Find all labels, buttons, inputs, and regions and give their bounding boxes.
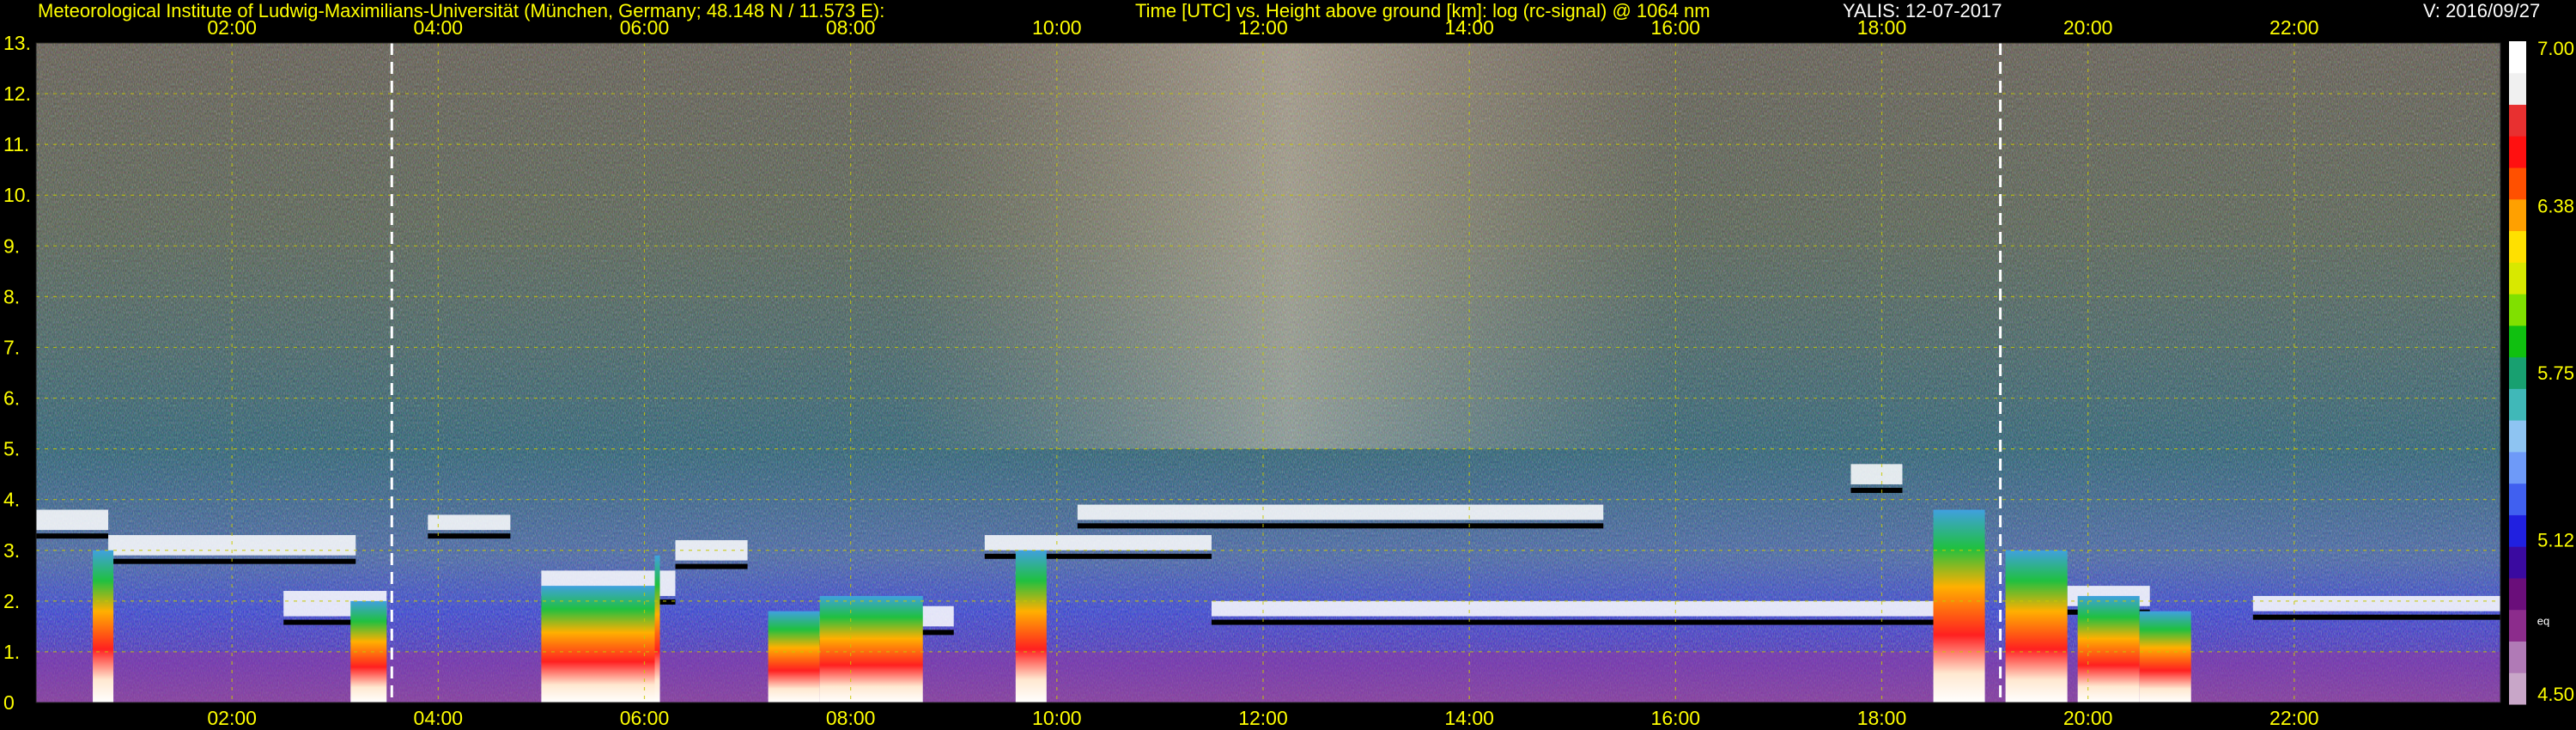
precip-column [93,550,114,703]
cloud-layer [1211,600,1944,617]
x-tick-label-bottom: 22:00 [2269,707,2319,729]
colorbar-segment [2509,451,2526,484]
y-tick-label: 10. [3,184,31,206]
colorbar-segment [2509,136,2526,168]
cloud-layer [2252,595,2500,611]
x-tick-label-top: 12:00 [1238,16,1288,39]
cloud-layer [984,535,1212,551]
cloud-shadow [428,533,511,539]
colorbar-segment [2509,167,2526,200]
x-tick-label-bottom: 18:00 [1857,707,1907,729]
backscatter-heatmap: 02:00 02:00 04:00 04:00 06:00 06:00 08:00 08:00… [3,16,2574,729]
colorbar-segment [2509,72,2526,106]
y-tick-label: 7. [3,336,20,358]
y-tick-label: 13. [3,32,31,54]
cloud-shadow [1077,523,1604,529]
precip-column [1933,509,1985,703]
cloud-shadow [675,563,748,569]
y-tick-label: 12. [3,82,31,105]
x-tick-label-top: 20:00 [2063,16,2113,39]
colorbar-segment [2509,294,2526,326]
colorbar-segment [2509,546,2526,579]
colorbar-segment [2509,198,2526,232]
precip-column [768,611,820,703]
y-tick-label: 11. [3,133,29,155]
cloud-layer [36,509,109,531]
cloud-layer [428,514,511,531]
colorbar-segment [2509,420,2526,453]
x-tick-label-top: 22:00 [2269,16,2319,39]
plot-area [36,43,2500,703]
colorbar-tick-label: 5.12 [2537,530,2574,551]
cloud-shadow [2252,614,2500,620]
lidar-quicklook: Meteorological Institute of Ludwig-Maxim… [0,0,2576,730]
x-tick-label-bottom: 08:00 [826,707,876,729]
precip-column [541,586,655,703]
x-tick-label-top: 08:00 [826,16,876,39]
colorbar-segment [2509,483,2526,515]
precip-column [2139,611,2191,703]
colorbar-segment [2509,262,2526,295]
y-tick-label: 4. [3,489,20,511]
x-tick-label-bottom: 14:00 [1444,707,1494,729]
x-tick-label-bottom: 06:00 [620,707,670,729]
precip-column [2005,550,2068,703]
colorbar-eq-label: eq [2537,614,2549,627]
x-tick-label-bottom: 12:00 [1238,707,1288,729]
x-tick-label-bottom: 10:00 [1032,707,1082,729]
colorbar-segment [2509,41,2526,74]
precip-column [2077,595,2140,703]
colorbar-segment [2509,325,2526,358]
colorbar: 7.00 6.38 5.75 5.12 4.50 eq [2509,38,2574,705]
x-tick-label-bottom: 04:00 [414,707,464,729]
precip-column [654,555,660,703]
y-tick-label: 8. [3,285,20,307]
y-tick-label: 1. [3,641,20,663]
y-tick-label: 3. [3,539,20,562]
colorbar-segment [2509,356,2526,389]
colorbar-segment [2509,672,2526,705]
colorbar-tick-label: 6.38 [2537,195,2574,216]
precip-column [1015,550,1047,703]
cloud-layer [1077,504,1604,520]
colorbar-segment [2509,609,2526,642]
x-tick-label-top: 10:00 [1032,16,1082,39]
y-tick-label: 5. [3,438,20,460]
x-tick-label-top: 18:00 [1857,16,1907,39]
colorbar-segment [2509,104,2526,137]
y-tick-label: 0 [3,691,15,714]
precip-column [819,595,923,703]
colorbar-segment [2509,577,2526,611]
x-tick-label-top: 04:00 [414,16,464,39]
y-tick-label: 9. [3,234,20,257]
colorbar-tick-label: 7.00 [2537,38,2574,59]
x-tick-label-top: 16:00 [1651,16,1701,39]
x-tick-label-bottom: 20:00 [2063,707,2113,729]
x-tick-label-top: 02:00 [207,16,257,39]
colorbar-tick-label: 5.75 [2537,362,2574,384]
y-tick-label: 6. [3,387,20,410]
colorbar-tick-label: 4.50 [2537,684,2574,705]
cloud-shadow [1850,487,1903,493]
x-tick-label-top: 14:00 [1444,16,1494,39]
cloud-shadow [36,533,109,539]
cloud-shadow [1211,619,1944,625]
colorbar-segment [2509,514,2526,547]
cloud-layer [675,539,748,561]
x-tick-label-top: 06:00 [620,16,670,39]
colorbar-segment [2509,230,2526,263]
cloud-layer [1850,464,1903,484]
x-tick-label-bottom: 16:00 [1651,707,1701,729]
y-tick-label: 2. [3,590,20,612]
colorbar-segment [2509,641,2526,673]
x-tick-label-bottom: 02:00 [207,707,257,729]
colorbar-segment [2509,388,2526,421]
